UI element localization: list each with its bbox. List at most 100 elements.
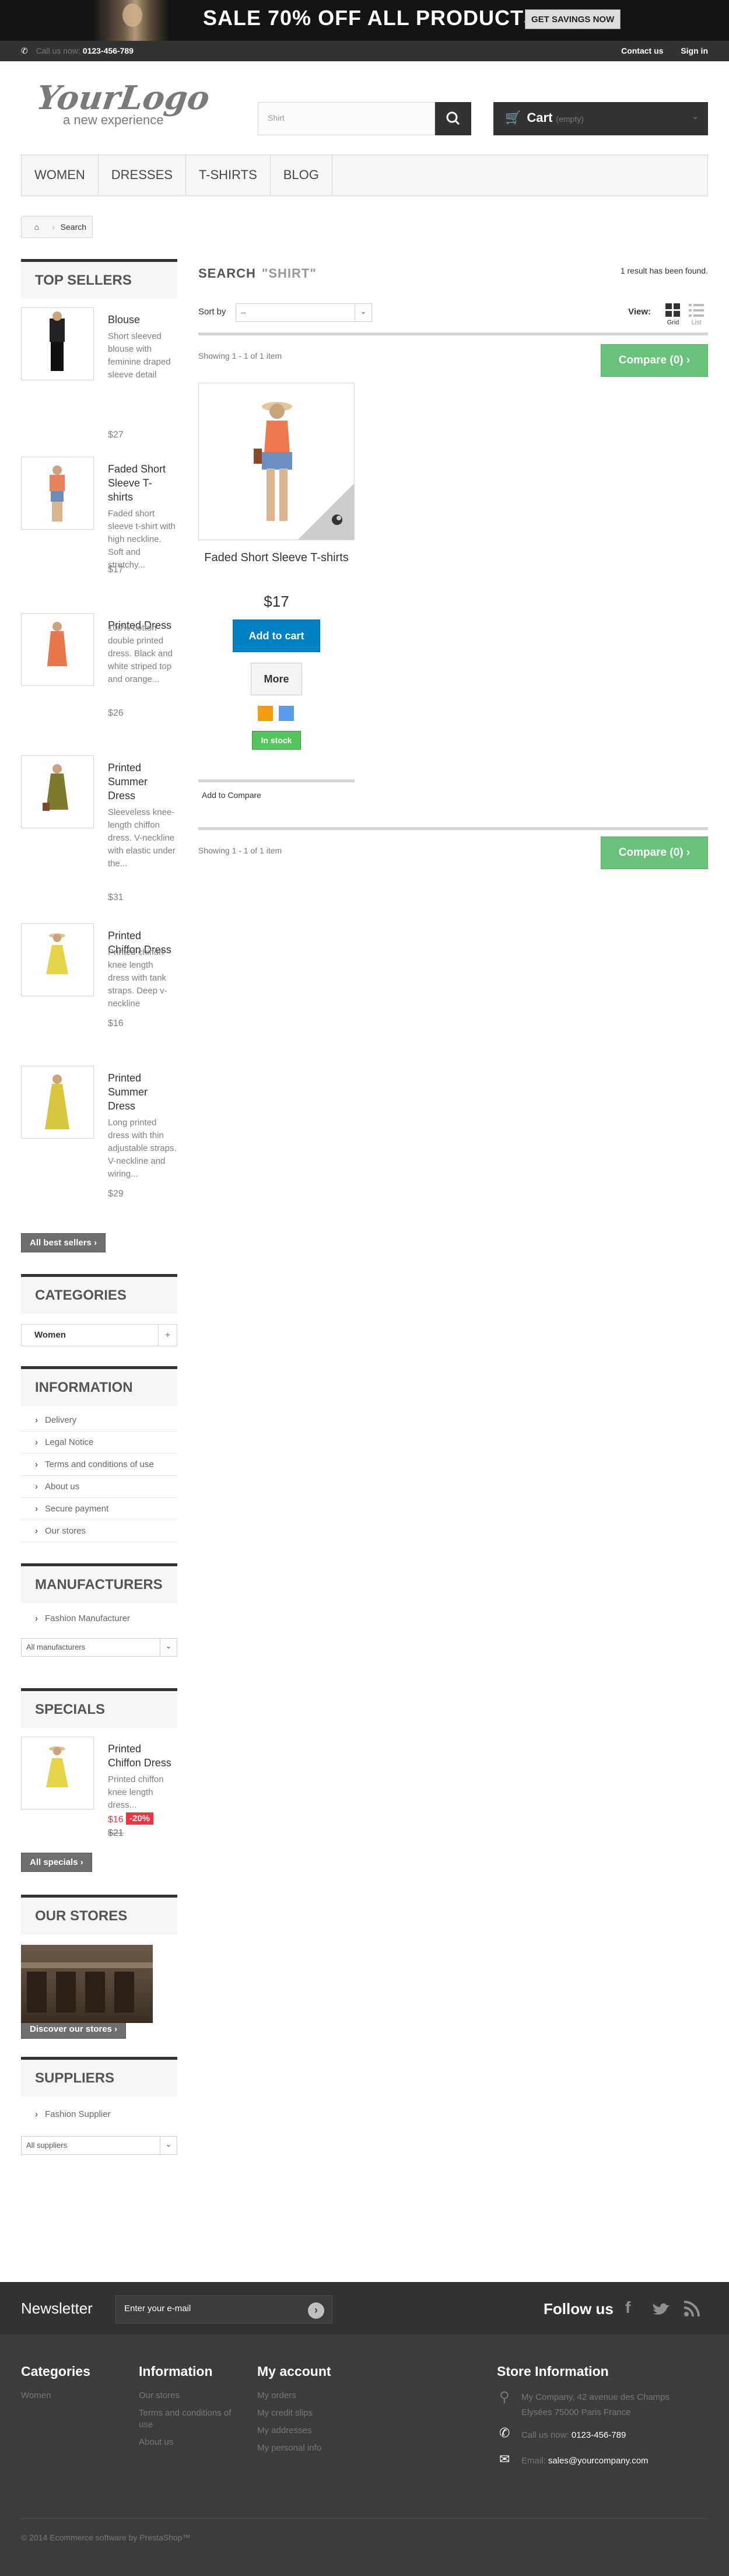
copyright[interactable]: © 2014 Ecommerce software by PrestaShop™ — [21, 2533, 190, 2542]
information-title: INFORMATION — [21, 1366, 177, 1406]
more-button[interactable]: More — [251, 663, 302, 695]
menu-item-women[interactable]: WOMEN — [22, 155, 99, 195]
manufacturers-select[interactable]: All manufacturers — [21, 1638, 177, 1657]
sort-bar: Sort by -- View: Grid List — [198, 303, 708, 327]
color-swatch-orange[interactable] — [258, 706, 273, 721]
expand-plus-icon[interactable]: + — [158, 1325, 177, 1346]
product-name[interactable]: Printed Summer Dress — [108, 1071, 177, 1113]
call-label: Call us now: — [521, 2430, 569, 2440]
compare-button-bottom[interactable]: Compare (0) › — [601, 836, 708, 869]
top-seller-item[interactable]: Printed Chiffon Dress Printed chiffon kn… — [21, 915, 177, 1057]
product-thumbnail[interactable] — [21, 1066, 94, 1139]
product-thumbnail[interactable] — [21, 307, 94, 380]
product-name[interactable]: Printed Chiffon Dress — [108, 1742, 177, 1770]
facebook-icon[interactable]: f — [625, 2298, 630, 2317]
info-link-payment[interactable]: Secure payment — [21, 1498, 177, 1520]
suppliers-select[interactable]: All suppliers — [21, 2136, 177, 2155]
suppliers-list: Fashion Supplier — [21, 2096, 177, 2126]
promo-banner[interactable]: SALE 70% OFF ALL PRODUCTS GET SAVINGS NO… — [0, 0, 729, 41]
newsletter-submit-button[interactable]: › — [308, 2302, 324, 2319]
menu-item-blog[interactable]: BLOG — [271, 155, 332, 195]
top-sellers-title[interactable]: TOP SELLERS — [21, 259, 177, 299]
footer-information: Information Our stores Terms and conditi… — [139, 2364, 232, 2454]
product-thumbnail[interactable] — [21, 923, 94, 996]
main-content: SEARCH "SHIRT" 1 result has been found. S… — [198, 259, 708, 869]
chevron-right-icon: › — [114, 2024, 118, 2034]
all-best-sellers-label: All best sellers — [30, 1238, 92, 1248]
add-to-compare-link[interactable]: Add to Compare — [198, 779, 355, 800]
cart-label: Cart — [527, 110, 553, 125]
menu-item-dresses[interactable]: DRESSES — [99, 155, 186, 195]
top-seller-item[interactable]: Faded Short Sleeve T-shirts Faded short … — [21, 448, 177, 604]
menu-item-tshirts[interactable]: T-SHIRTS — [186, 155, 271, 195]
top-seller-item[interactable]: Printed Summer Dress Long printed dress … — [21, 1057, 177, 1233]
footer-link[interactable]: Our stores — [139, 2390, 232, 2402]
twitter-icon[interactable] — [652, 2302, 671, 2317]
newsletter-email-input[interactable]: Enter your e-mail — [115, 2295, 332, 2323]
color-swatch-blue[interactable] — [279, 706, 294, 721]
site-logo[interactable]: YourLogo a new experience — [34, 78, 213, 130]
product-thumbnail[interactable] — [21, 613, 94, 686]
product-name[interactable]: Blouse — [108, 313, 177, 327]
get-savings-button[interactable]: GET SAVINGS NOW — [525, 9, 621, 29]
contact-us-link[interactable]: Contact us — [621, 46, 663, 55]
add-to-cart-button[interactable]: Add to cart — [233, 620, 320, 652]
footer-link[interactable]: My orders — [257, 2390, 331, 2402]
store-email: ✉ Email: sales@yourcompany.com — [497, 2453, 695, 2467]
manufacturers-title: MANUFACTURERS — [21, 1563, 177, 1603]
supplier-link[interactable]: Fashion Supplier — [21, 2104, 177, 2126]
footer-link[interactable]: Women — [21, 2390, 90, 2402]
store-image[interactable] — [21, 1945, 153, 2023]
follow-us-label: Follow us — [544, 2300, 614, 2318]
cart-status: (empty) — [556, 114, 584, 124]
product-card[interactable]: Faded Short Sleeve T-shirts $17 Add to c… — [198, 383, 355, 800]
footer-link[interactable]: My addresses — [257, 2425, 331, 2437]
info-link-about[interactable]: About us — [21, 1476, 177, 1498]
product-thumbnail[interactable] — [21, 457, 94, 530]
top-phone: ✆ Call us now: 0123-456-789 — [21, 46, 134, 56]
product-thumbnail[interactable] — [21, 755, 94, 828]
stock-badge: In stock — [252, 731, 301, 750]
email-link[interactable]: sales@yourcompany.com — [548, 2456, 649, 2466]
product-price: $16 — [108, 1019, 124, 1028]
all-specials-label: All specials — [30, 1857, 78, 1867]
sort-select[interactable]: -- — [236, 303, 372, 322]
search-query: "SHIRT" — [261, 266, 317, 281]
footer-link[interactable]: My credit slips — [257, 2407, 331, 2419]
top-seller-item[interactable]: Printed Dress 100% cotton double printed… — [21, 604, 177, 747]
product-name[interactable]: Faded Short Sleeve T-shirts — [108, 462, 177, 504]
all-specials-button[interactable]: All specials › — [21, 1853, 92, 1872]
our-stores-title[interactable]: OUR STORES — [21, 1895, 177, 1934]
info-link-delivery[interactable]: Delivery — [21, 1409, 177, 1432]
manufacturer-link[interactable]: Fashion Manufacturer — [21, 1608, 177, 1630]
info-link-stores[interactable]: Our stores — [21, 1520, 177, 1542]
info-link-terms[interactable]: Terms and conditions of use — [21, 1454, 177, 1476]
special-item[interactable]: Printed Chiffon Dress Printed chiffon kn… — [21, 1728, 177, 1853]
category-item-women[interactable]: Women + — [21, 1324, 177, 1346]
footer-link[interactable]: About us — [139, 2437, 232, 2448]
product-image[interactable] — [198, 383, 355, 540]
search-button[interactable] — [435, 102, 471, 135]
footer-link[interactable]: Terms and conditions of use — [139, 2407, 232, 2431]
cart-button[interactable]: 🛒 Cart (empty) ⌄ — [493, 102, 708, 135]
product-name[interactable]: Printed Summer Dress — [108, 761, 177, 803]
top-seller-item[interactable]: Blouse Short sleeved blouse with feminin… — [21, 299, 177, 448]
info-link-legal[interactable]: Legal Notice — [21, 1432, 177, 1454]
grid-view-button[interactable]: Grid — [661, 303, 685, 336]
compare-button-top[interactable]: Compare (0) › — [601, 344, 708, 377]
list-view-button[interactable]: List — [685, 303, 708, 336]
search-input[interactable]: Shirt — [258, 102, 435, 135]
product-desc: Faded short sleeve t-shirt with high nec… — [108, 509, 176, 570]
information-list: Delivery Legal Notice Terms and conditio… — [21, 1406, 177, 1563]
all-best-sellers-button[interactable]: All best sellers › — [21, 1233, 106, 1252]
sign-in-link[interactable]: Sign in — [681, 46, 708, 55]
manufacturers-list: Fashion Manufacturer — [21, 1603, 177, 1630]
footer-link[interactable]: My personal info — [257, 2442, 331, 2454]
store-address: ⚲ My Company, 42 avenue des Champs Elysé… — [497, 2390, 695, 2420]
showing-count-top: Showing 1 - 1 of 1 item — [198, 351, 282, 360]
product-thumbnail[interactable] — [21, 1737, 94, 1810]
product-name[interactable]: Faded Short Sleeve T-shirts — [198, 550, 355, 566]
top-seller-item[interactable]: Printed Summer Dress Sleeveless knee-len… — [21, 747, 177, 915]
rss-icon[interactable] — [684, 2301, 700, 2317]
home-icon[interactable]: ⌂ — [27, 220, 46, 234]
